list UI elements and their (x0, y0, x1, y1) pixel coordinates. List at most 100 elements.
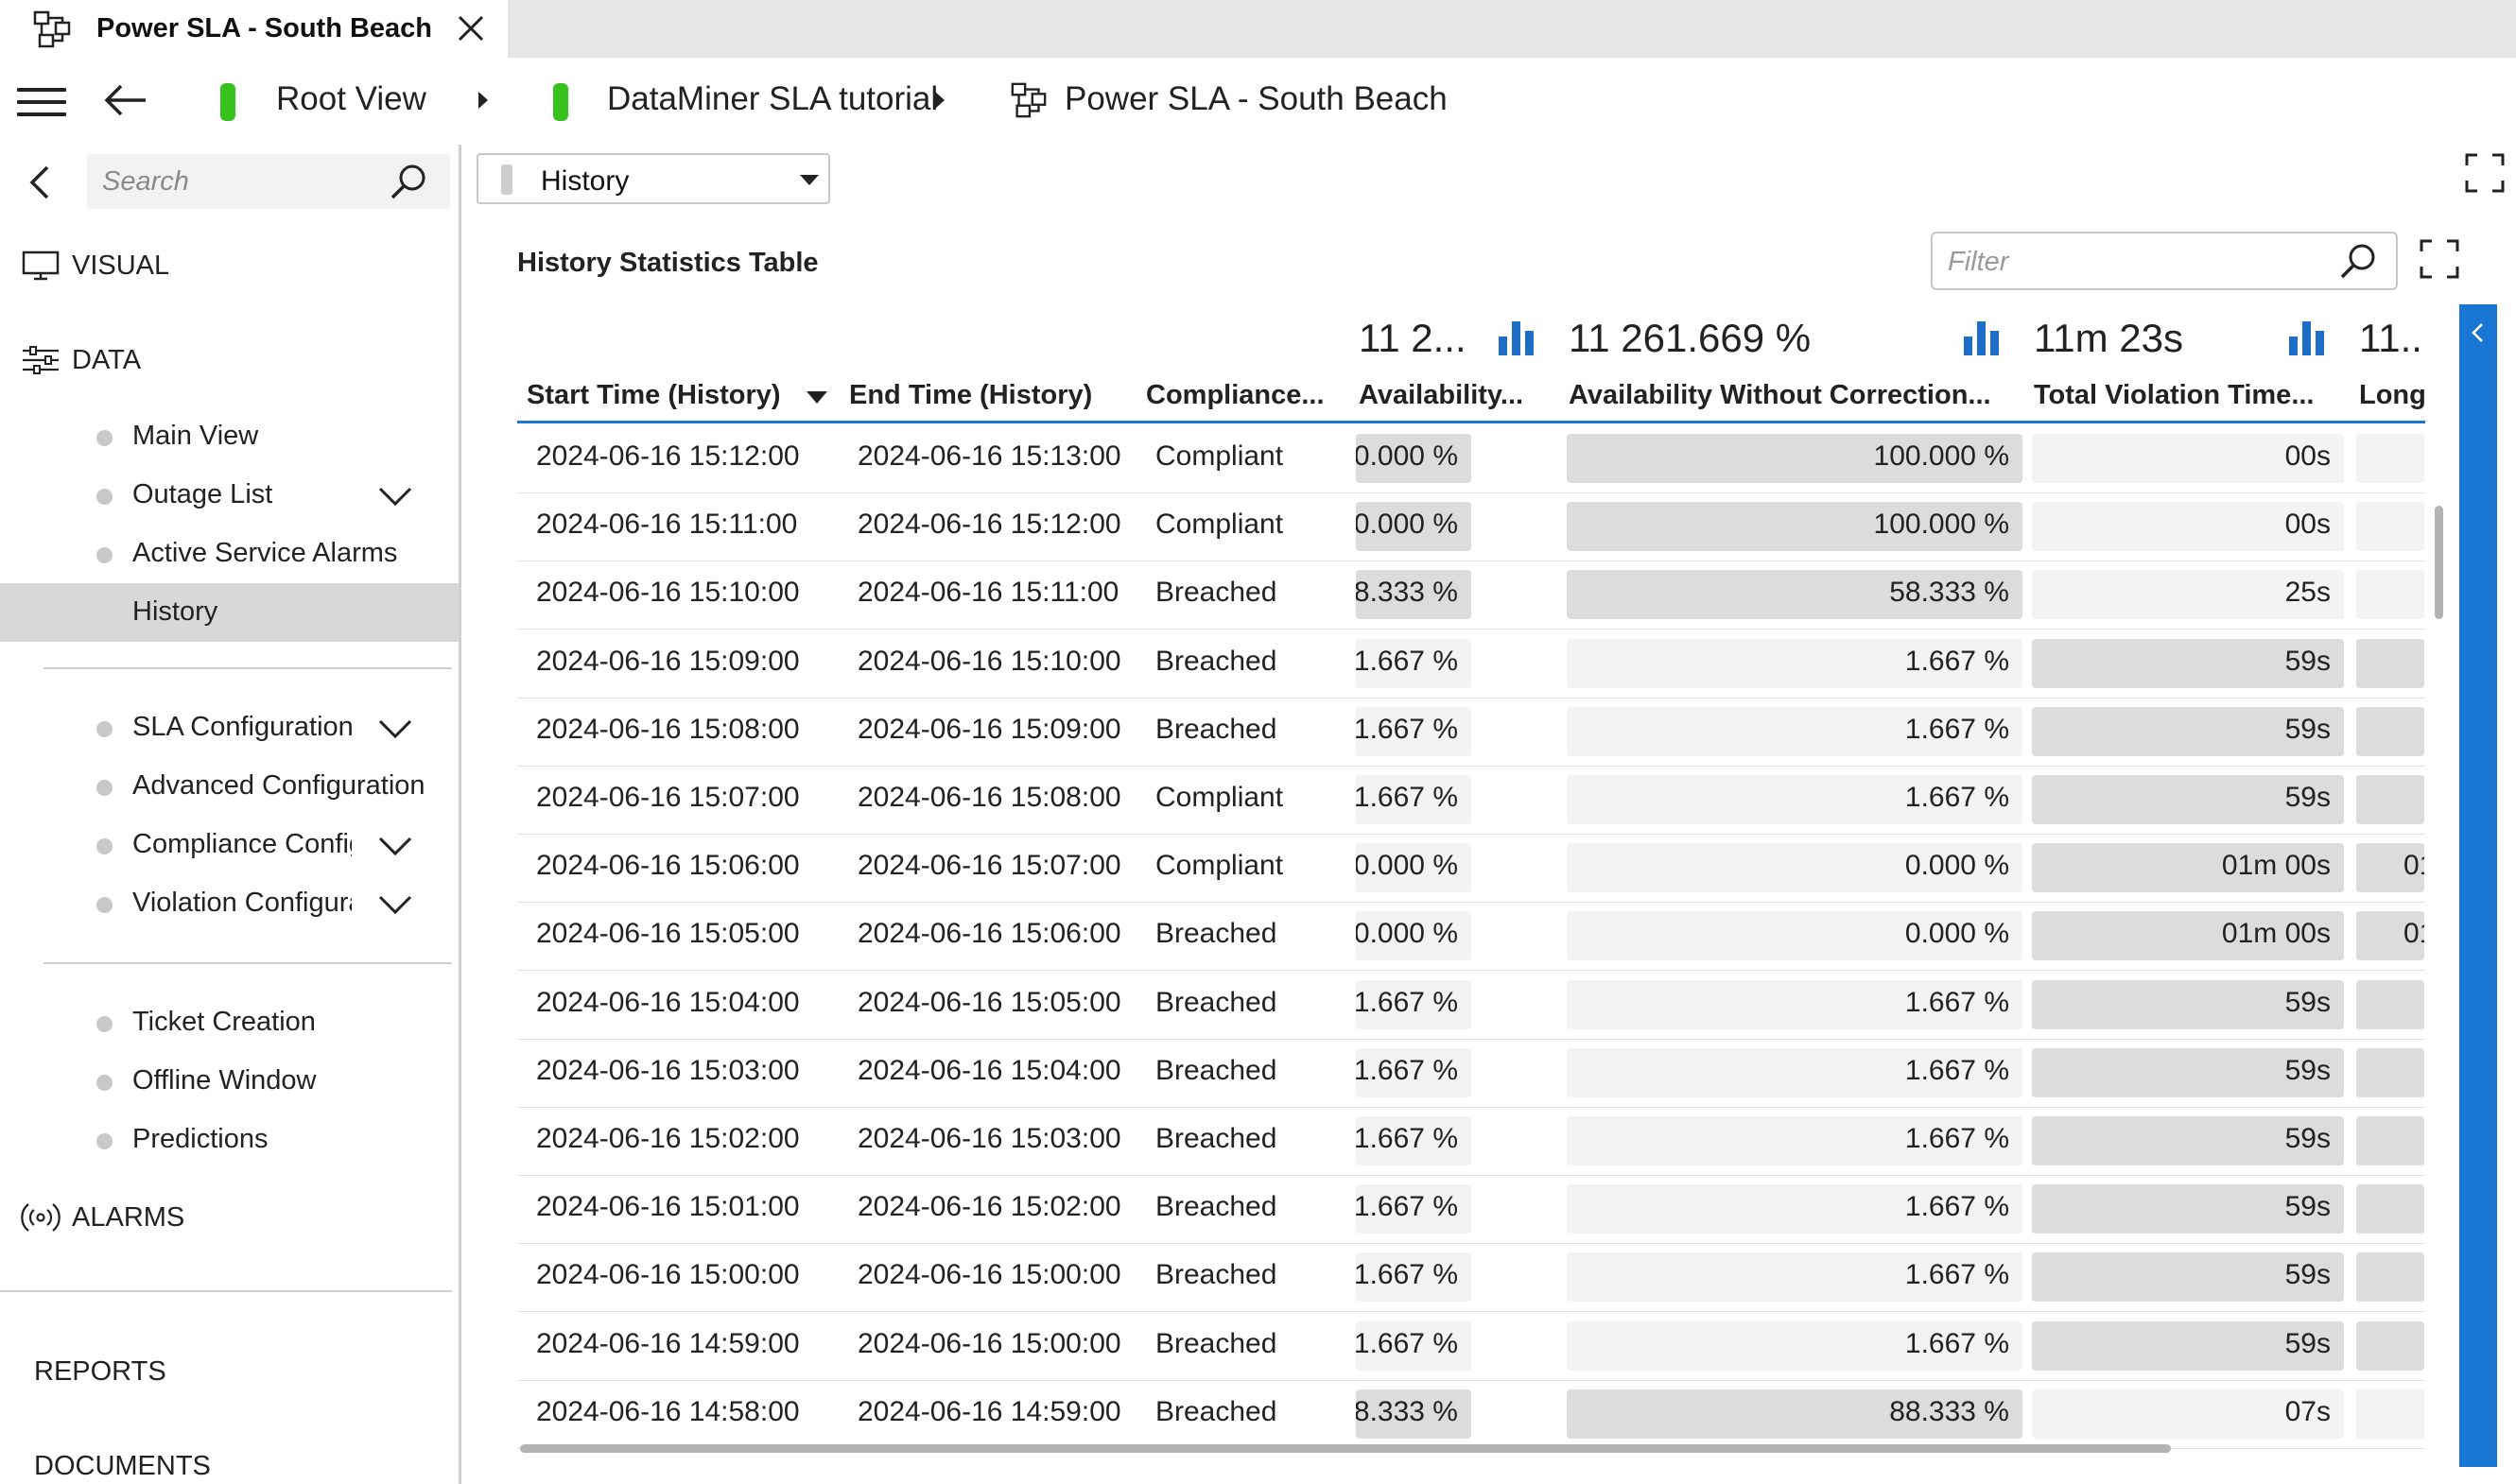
table-row[interactable]: 2024-06-16 14:58:00 2024-06-16 14:59:00 Br… (517, 1381, 2425, 1449)
status-indicator (553, 83, 568, 121)
sidebar-section-reports[interactable]: REPORTS (34, 1356, 166, 1388)
cell-availability: 100.000 % (1356, 434, 1471, 483)
hamburger-menu-icon[interactable] (17, 88, 66, 116)
search-icon[interactable] (388, 162, 429, 203)
table-row[interactable]: 2024-06-16 15:11:00 2024-06-16 15:12:00 Co… (517, 493, 2425, 562)
column-header-total-violation-time[interactable]: Total Violation Time... (2034, 380, 2350, 411)
table-title: History Statistics Table (517, 248, 819, 278)
breadcrumb-separator-icon[interactable] (935, 92, 945, 109)
table-row[interactable]: 2024-06-16 15:05:00 2024-06-16 15:06:00 Br… (517, 903, 2425, 972)
column-header-end-time[interactable]: End Time (History) (849, 380, 1142, 411)
chevron-down-icon[interactable] (376, 716, 414, 742)
sidebar-section-data[interactable]: DATA (0, 332, 459, 388)
cell-value: 58.333 % (1889, 577, 2009, 609)
sidebar-item-compliance-configuration[interactable]: Compliance Configuration (0, 816, 459, 874)
breadcrumb-root-view[interactable]: Root View (276, 80, 426, 118)
side-panel-toggle[interactable] (2459, 304, 2497, 1467)
cell-compliance: Compliant (1155, 440, 1284, 472)
table-row[interactable]: 2024-06-16 15:01:00 2024-06-16 15:02:00 Br… (517, 1176, 2425, 1245)
table-row[interactable]: 2024-06-16 15:06:00 2024-06-16 15:07:00 Co… (517, 835, 2425, 904)
column-header-availability-without-correction[interactable]: Availability Without Correction... (1569, 380, 2022, 411)
cell-value: 59s (2284, 986, 2331, 1018)
cell-value: 59s (2284, 1327, 2331, 1359)
bar-chart-icon[interactable] (1964, 321, 2004, 355)
back-arrow-icon[interactable] (102, 81, 149, 119)
fullscreen-icon[interactable] (2464, 152, 2506, 194)
breadcrumb-separator-icon[interactable] (478, 92, 488, 109)
cell-start-time: 2024-06-16 15:03:00 (536, 1054, 800, 1086)
cell-compliance: Breached (1155, 986, 1277, 1018)
table-row[interactable]: 2024-06-16 15:03:00 2024-06-16 15:04:00 Br… (517, 1040, 2425, 1108)
table-row[interactable]: 2024-06-16 15:08:00 2024-06-16 15:09:00 Br… (517, 699, 2425, 767)
cell-longest (2356, 638, 2424, 688)
table-row[interactable]: 2024-06-16 15:09:00 2024-06-16 15:10:00 Br… (517, 630, 2425, 699)
column-header-compliance[interactable]: Compliance... (1146, 380, 1345, 411)
collapse-sidebar-icon[interactable] (26, 164, 55, 201)
cell-compliance: Breached (1155, 577, 1277, 609)
chevron-down-icon[interactable] (376, 833, 414, 859)
cell-value: 59s (2284, 1191, 2331, 1223)
vertical-scrollbar[interactable] (2435, 506, 2443, 619)
horizontal-scrollbar[interactable] (520, 1444, 2171, 1453)
breadcrumb-dataminer-sla-tutorial[interactable]: DataMiner SLA tutorial (607, 80, 938, 118)
sidebar-section-alarms[interactable]: ALARMS (0, 1189, 459, 1246)
table-row[interactable]: 2024-06-16 14:59:00 2024-06-16 15:00:00 Br… (517, 1313, 2425, 1381)
table-row[interactable]: 2024-06-16 15:07:00 2024-06-16 15:08:00 Co… (517, 767, 2425, 835)
column-header-start-time[interactable]: Start Time (History) (527, 380, 829, 411)
sidebar-item-outage-list[interactable]: Outage List (0, 466, 459, 525)
cell-compliance: Breached (1155, 1191, 1277, 1223)
sidebar: Search VISUAL DATA Main View Outage List (0, 145, 461, 1484)
cell-end-time: 2024-06-16 15:13:00 (858, 440, 1121, 472)
sidebar-item-predictions[interactable]: Predictions (0, 1111, 459, 1169)
sidebar-item-active-service-alarms[interactable]: Active Service Alarms (0, 525, 459, 583)
cell-value: 0.000 % (1356, 918, 1458, 950)
cell-value: 01 (2403, 918, 2424, 950)
sidebar-item-violation-configuration[interactable]: Violation Configuration (0, 874, 459, 933)
sidebar-item-sla-configuration[interactable]: SLA Configuration (0, 699, 459, 757)
view-selector-dropdown[interactable]: History (477, 153, 830, 204)
bullet-dot (96, 897, 113, 913)
sidebar-item-offline-window[interactable]: Offline Window (0, 1052, 459, 1111)
sidebar-item-main-view[interactable]: Main View (0, 407, 459, 466)
column-header-availability[interactable]: Availability... (1359, 380, 1559, 411)
sidebar-section-label: ALARMS (72, 1202, 185, 1233)
table-row[interactable]: 2024-06-16 15:10:00 2024-06-16 15:11:00 Br… (517, 561, 2425, 630)
sidebar-item-label: Main View (132, 421, 259, 451)
sidebar-section-documents[interactable]: DOCUMENTS (34, 1451, 211, 1482)
cell-end-time: 2024-06-16 15:05:00 (858, 986, 1121, 1018)
cell-value: 1.667 % (1356, 645, 1458, 677)
cell-fill (2356, 1320, 2424, 1371)
cell-value: 01 (2403, 850, 2424, 882)
breadcrumb-power-sla[interactable]: Power SLA - South Beach (1065, 80, 1448, 118)
cell-start-time: 2024-06-16 15:11:00 (536, 509, 798, 541)
sidebar-item-history[interactable]: History (0, 583, 459, 642)
cell-value: 88.333 % (1889, 1395, 2009, 1427)
table-row[interactable]: 2024-06-16 15:00:00 2024-06-16 15:00:00 Br… (517, 1244, 2425, 1313)
table-row[interactable]: 2024-06-16 15:12:00 2024-06-16 15:13:00 Co… (517, 425, 2425, 493)
cell-end-time: 2024-06-16 15:12:00 (858, 509, 1121, 541)
chevron-left-icon[interactable] (2469, 321, 2488, 344)
close-icon[interactable] (456, 13, 486, 43)
sidebar-item-ticket-creation[interactable]: Ticket Creation (0, 993, 459, 1052)
table-row[interactable]: 2024-06-16 15:04:00 2024-06-16 15:05:00 Br… (517, 972, 2425, 1040)
cell-fill (2356, 979, 2424, 1029)
table-row[interactable]: 2024-06-16 15:02:00 2024-06-16 15:03:00 Br… (517, 1108, 2425, 1176)
cell-availability-without-correction: 1.667 % (1567, 1320, 2022, 1371)
sidebar-section-visual[interactable]: VISUAL (0, 237, 459, 294)
table-fullscreen-icon[interactable] (2419, 238, 2460, 280)
bar-chart-icon[interactable] (1499, 321, 1538, 355)
cell-value: 1.667 % (1356, 782, 1458, 813)
chevron-down-icon[interactable] (376, 483, 414, 509)
chevron-down-icon[interactable] (376, 891, 414, 918)
sort-descending-icon[interactable] (807, 391, 827, 404)
column-header-longest[interactable]: Long (2359, 380, 2425, 411)
sidebar-section-label: VISUAL (72, 250, 170, 281)
bar-chart-icon[interactable] (2289, 321, 2329, 355)
sidebar-item-advanced-configuration[interactable]: Advanced Configuration (0, 757, 459, 816)
search-icon[interactable] (2337, 241, 2379, 283)
filter-input[interactable]: Filter (1931, 232, 2398, 290)
tab-power-sla[interactable]: Power SLA - South Beach (0, 0, 508, 58)
cell-value: 1.667 % (1904, 1259, 2009, 1291)
sidebar-search-input[interactable]: Search (87, 154, 450, 209)
cell-value: 1.667 % (1356, 1191, 1458, 1223)
